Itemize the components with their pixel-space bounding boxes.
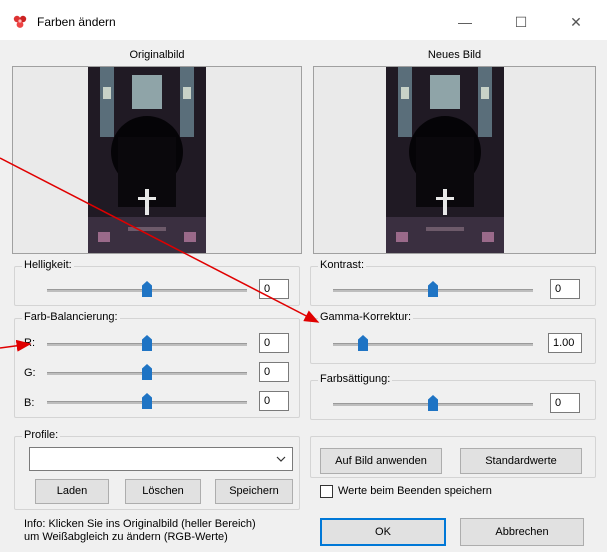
annotation-arrow-gamma — [0, 157, 320, 323]
annotation-arrows — [0, 157, 320, 352]
annotation-arrow-red — [0, 339, 32, 352]
